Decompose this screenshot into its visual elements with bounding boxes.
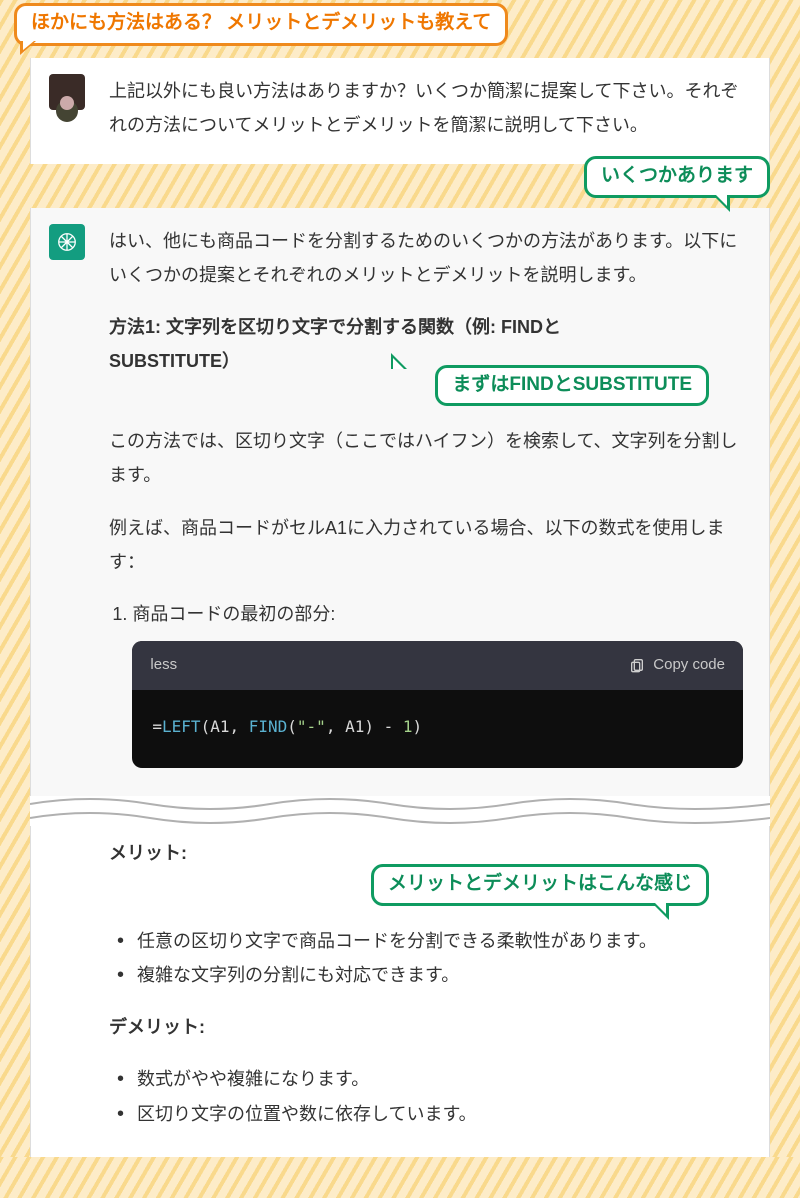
demerits-heading: デメリット: — [109, 1010, 743, 1044]
code-block: less Copy code =LEFT(A1, FIND("-", A1) -… — [132, 641, 743, 768]
code-header: less Copy code — [132, 641, 743, 690]
annotation-text: メリットとデメリットはこんな感じ — [371, 864, 709, 906]
assistant-message: はい、他にも商品コードを分割するためのいくつかの方法があります。以下にいくつかの… — [31, 208, 769, 796]
code-body[interactable]: =LEFT(A1, FIND("-", A1) - 1) — [132, 690, 743, 768]
annotation-merits-demerits: メリットとデメリットはこんな感じ — [109, 864, 709, 906]
clipboard-icon — [629, 657, 645, 673]
user-message: 上記以外にも良い方法はありますか？いくつか簡潔に提案して下さい。それぞれの方法に… — [31, 58, 769, 164]
merits-list: 任意の区切り文字で商品コードを分割できる柔軟性があります。 複雑な文字列の分割に… — [109, 924, 743, 992]
callout-top: ほかにも方法はある？ メリットとデメリットも教えて — [14, 3, 800, 46]
method1-title-line1: 方法1: 文字列を区切り文字で分割する関数（例: FINDと — [109, 317, 561, 337]
user-avatar-icon — [49, 74, 85, 110]
copy-code-button[interactable]: Copy code — [629, 651, 725, 680]
list-item: 任意の区切り文字で商品コードを分割できる柔軟性があります。 — [115, 924, 743, 958]
method1-desc: この方法では、区切り文字（ここではハイフン）を検索して、文字列を分割します。 — [109, 424, 743, 492]
method1-steps: 商品コードの最初の部分: less Copy code =LEFT(A1, FI… — [109, 597, 743, 768]
callout-top-text: ほかにも方法はある？ メリットとデメリットも教えて — [14, 3, 508, 46]
step-1-label: 商品コードの最初の部分: — [132, 604, 335, 624]
method1-example-lead: 例えば、商品コードがセルA1に入力されている場合、以下の数式を使用します： — [109, 511, 743, 579]
annotation-find-substitute: まずはFINDとSUBSTITUTE — [109, 365, 709, 407]
content-tear-divider — [30, 796, 770, 826]
demerits-list: 数式がやや複雑になります。 区切り文字の位置や数に依存しています。 — [109, 1062, 743, 1130]
assistant-avatar-icon — [49, 224, 85, 260]
list-item: 複雑な文字列の分割にも対応できます。 — [115, 958, 743, 992]
code-lang: less — [150, 651, 177, 680]
step-1: 商品コードの最初の部分: less Copy code =LEFT(A1, FI… — [132, 597, 743, 768]
annotation-text: いくつかあります — [584, 156, 770, 198]
list-item: 区切り文字の位置や数に依存しています。 — [115, 1097, 743, 1131]
annotation-text: まずはFINDとSUBSTITUTE — [435, 365, 709, 407]
assistant-intro: はい、他にも商品コードを分割するためのいくつかの方法があります。以下にいくつかの… — [109, 224, 743, 292]
annotation-several-exist: いくつかあります — [0, 156, 770, 198]
copy-code-label: Copy code — [653, 651, 725, 680]
user-message-text: 上記以外にも良い方法はありますか？いくつか簡潔に提案して下さい。それぞれの方法に… — [109, 74, 743, 142]
list-item: 数式がやや複雑になります。 — [115, 1062, 743, 1096]
